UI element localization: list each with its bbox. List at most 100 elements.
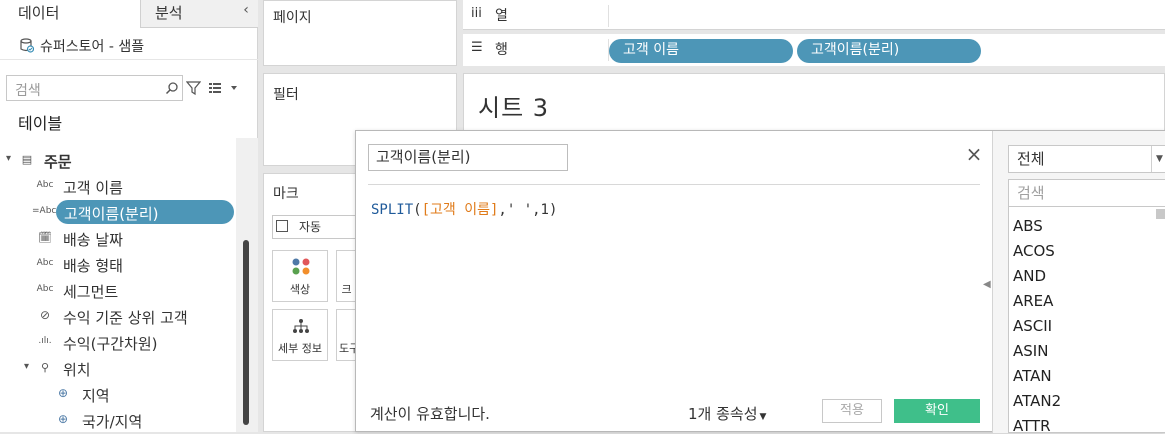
function-item[interactable]: AREA: [1013, 292, 1053, 310]
calc-name-input[interactable]: 고객이름(분리): [368, 144, 568, 171]
collapse-pane-icon[interactable]: ‹: [236, 0, 256, 22]
color-button[interactable]: 색상: [272, 250, 328, 302]
datasource-icon: [20, 38, 34, 53]
function-item[interactable]: ATAN2: [1013, 392, 1061, 410]
function-item[interactable]: ATTR: [1013, 417, 1051, 432]
field-item[interactable]: Abc 고객 이름: [0, 174, 236, 200]
function-item[interactable]: ABS: [1013, 217, 1043, 235]
chevron-down-icon[interactable]: ▾: [6, 153, 11, 164]
set-icon: ⊘: [39, 308, 51, 322]
formula-editor[interactable]: SPLIT([고객 이름],' ',1): [371, 199, 557, 219]
dependencies-label: 1개 종속성: [688, 405, 758, 423]
close-icon[interactable]: ×: [964, 144, 984, 165]
filters-title: 필터: [273, 87, 299, 103]
function-item[interactable]: ACOS: [1013, 242, 1055, 260]
tooltip-label: 도구: [339, 342, 356, 355]
field-item[interactable]: ⊕ 지역: [0, 382, 236, 408]
table-label: 주문: [44, 153, 72, 171]
rows-text: 행: [495, 42, 508, 58]
color-icon: [292, 258, 310, 275]
field-item[interactable]: ⊕ 국가/지역: [0, 408, 236, 434]
dependencies-dropdown[interactable]: 1개 종속성 ▼: [688, 403, 766, 424]
function-category-dropdown[interactable]: 전체 ▼: [1008, 145, 1165, 173]
field-label: 고객 이름: [63, 179, 123, 197]
function-panel: 전체 ▼ 검색 ABS ACOS AND AREA ASCII ASIN ATA…: [992, 131, 1165, 433]
scrollbar-thumb[interactable]: [243, 240, 249, 425]
filter-icon[interactable]: [186, 80, 201, 96]
apply-button[interactable]: 적용: [822, 399, 882, 423]
field-label: 지역: [82, 387, 110, 405]
mark-type-icon: [276, 220, 288, 232]
columns-text: 열: [495, 8, 508, 24]
row-pill-customer-name-split[interactable]: 고객이름(분리): [797, 39, 981, 63]
table-icon: ▤: [21, 153, 33, 166]
function-list[interactable]: ABS ACOS AND AREA ASCII ASIN ATAN ATAN2 …: [1008, 207, 1165, 433]
color-label: 색상: [289, 283, 311, 296]
function-item[interactable]: AND: [1013, 267, 1046, 285]
search-icon: [165, 82, 178, 95]
columns-label: iii 열: [469, 5, 609, 27]
function-item[interactable]: ASIN: [1013, 342, 1048, 360]
table-item-orders[interactable]: ▾ ▤ 주문: [0, 148, 236, 174]
calculated-string-icon: =Abc: [32, 206, 57, 216]
formula-paren: (: [413, 202, 422, 218]
string-type-icon: Abc: [36, 284, 54, 294]
chevron-down-icon: ▼: [1151, 146, 1165, 172]
pages-card[interactable]: 페이지: [263, 0, 457, 66]
bin-icon: .ılı.: [38, 336, 52, 346]
field-label: 수익 기준 상위 고객: [63, 309, 188, 327]
pages-title: 페이지: [273, 10, 312, 26]
function-search-input[interactable]: 검색: [1008, 179, 1165, 207]
validity-message: 계산이 유효합니다.: [370, 405, 490, 423]
size-button[interactable]: 크: [336, 250, 356, 302]
rows-shelf[interactable]: ☰ 행 고객 이름 고객이름(분리): [463, 34, 1165, 66]
formula-field: [고객 이름]: [421, 202, 499, 218]
datasource-name: 슈퍼스토어 - 샘플: [40, 39, 145, 55]
tooltip-button[interactable]: 도구: [336, 309, 356, 361]
size-label: 크: [341, 283, 352, 296]
chevron-down-icon: ▼: [759, 412, 767, 422]
rows-icon: ☰: [471, 40, 483, 55]
calculation-editor: 고객이름(분리) × SPLIT([고객 이름],' ',1) ◀ 계산이 유효…: [355, 130, 1165, 433]
detail-button[interactable]: 세부 정보: [272, 309, 328, 361]
field-label: 세그먼트: [63, 283, 119, 301]
field-search-input[interactable]: 검색: [6, 75, 183, 101]
field-label: 고객이름(분리): [64, 205, 159, 223]
ok-button[interactable]: 확인: [894, 399, 980, 423]
chevron-down-icon[interactable]: ▾: [24, 361, 29, 372]
columns-shelf[interactable]: iii 열: [463, 0, 1165, 30]
tab-data[interactable]: 데이터: [0, 0, 140, 28]
field-item-selected[interactable]: =Abc 고객이름(분리): [0, 200, 236, 226]
field-label: 국가/지역: [82, 413, 143, 431]
search-placeholder: 검색: [15, 83, 41, 99]
field-item[interactable]: ⊘ 수익 기준 상위 고객: [0, 304, 236, 330]
collapse-functions-icon[interactable]: ◀: [983, 279, 991, 290]
category-label: 전체: [1017, 150, 1045, 168]
datasource-row[interactable]: 슈퍼스토어 - 샘플: [0, 30, 258, 60]
function-item[interactable]: ATAN: [1013, 367, 1052, 385]
field-item[interactable]: 🗓︎ 배송 날짜: [0, 226, 236, 252]
string-type-icon: Abc: [36, 258, 54, 268]
globe-icon: ⊕: [57, 386, 69, 400]
formula-args: ,' ',1): [498, 202, 558, 218]
scrollbar-thumb[interactable]: [1156, 209, 1165, 219]
sheet-title[interactable]: 시트 3: [478, 88, 549, 123]
calendar-icon: 🗓︎: [38, 231, 52, 244]
divider: [368, 184, 980, 185]
globe-icon: ⊕: [57, 412, 69, 426]
function-item[interactable]: ASCII: [1013, 317, 1052, 335]
field-item[interactable]: Abc 배송 형태: [0, 252, 236, 278]
data-pane: 데이터 분석 ‹ 슈퍼스토어 - 샘플 검색 테이블 ▾ ▤ 주문 Abc 고객: [0, 0, 258, 432]
field-item[interactable]: Abc 세그먼트: [0, 278, 236, 304]
detail-icon: [293, 319, 309, 333]
string-type-icon: Abc: [36, 180, 54, 190]
view-options-icon[interactable]: [208, 80, 238, 96]
field-label: 배송 날짜: [63, 231, 123, 249]
row-pill-customer-name[interactable]: 고객 이름: [609, 39, 793, 63]
hierarchy-item[interactable]: ▾ ⚲ 위치: [0, 356, 236, 382]
columns-icon: iii: [471, 6, 482, 21]
field-label: 위치: [63, 361, 91, 379]
field-item[interactable]: .ılı. 수익(구간차원): [0, 330, 236, 356]
tables-heading: 테이블: [18, 114, 63, 133]
rows-label: ☰ 행: [469, 39, 609, 61]
